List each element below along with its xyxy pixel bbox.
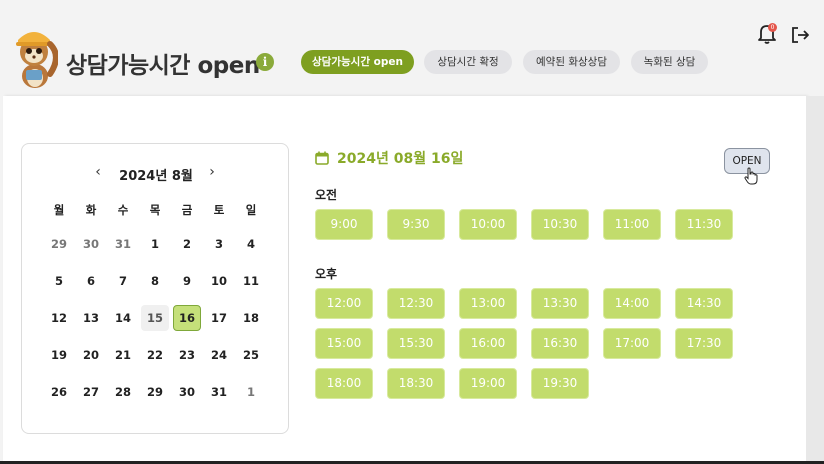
calendar-day[interactable]: 21 [109,342,137,368]
time-slot-button[interactable]: 11:00 [603,209,661,240]
time-slot-button[interactable]: 12:00 [315,288,373,319]
calendar-day[interactable]: 3 [205,231,233,257]
tab-booked-video[interactable]: 예약된 화상상담 [523,50,620,74]
calendar-day[interactable]: 25 [237,342,265,368]
time-slot-button[interactable]: 9:00 [315,209,373,240]
calendar-day[interactable]: 23 [173,342,201,368]
time-slot-button[interactable]: 13:00 [459,288,517,319]
notification-badge: 0 [768,23,777,32]
hand-cursor-icon [744,167,758,185]
calendar-day[interactable]: 13 [77,305,105,331]
calendar-day[interactable]: 12 [45,305,73,331]
weekday-label: 화 [85,203,97,217]
calendar-day[interactable]: 27 [77,379,105,405]
tab-confirm-time[interactable]: 상담시간 확정 [424,50,512,74]
calendar-day[interactable]: 8 [141,268,169,294]
time-slot-button[interactable]: 19:00 [459,368,517,399]
time-slot-button[interactable]: 14:00 [603,288,661,319]
tab-recorded[interactable]: 녹화된 상담 [631,50,708,74]
am-label: 오전 [315,188,338,202]
calendar-day[interactable]: 24 [205,342,233,368]
info-icon[interactable]: i [256,53,274,71]
calendar-day[interactable]: 18 [237,305,265,331]
calendar-day[interactable]: 15 [141,305,169,331]
calendar-day[interactable]: 4 [237,231,265,257]
calendar-day[interactable]: 28 [109,379,137,405]
calendar-day[interactable]: 7 [109,268,137,294]
selected-date-heading: 2024년 08월 16일 [337,151,464,167]
calendar-day[interactable]: 14 [109,305,137,331]
time-slot-button[interactable]: 9:30 [387,209,445,240]
calendar-day[interactable]: 29 [141,379,169,405]
weekday-label: 수 [117,203,129,217]
calendar-day[interactable]: 16 [173,305,201,331]
calendar-day[interactable]: 22 [141,342,169,368]
time-slot-button[interactable]: 17:00 [603,328,661,359]
time-slot-button[interactable]: 15:00 [315,328,373,359]
time-slot-button[interactable]: 15:30 [387,328,445,359]
calendar-day[interactable]: 20 [77,342,105,368]
time-slot-button[interactable]: 19:30 [531,368,589,399]
calendar-day[interactable]: 29 [45,231,73,257]
time-slot-button[interactable]: 16:00 [459,328,517,359]
calendar-day[interactable]: 30 [77,231,105,257]
calendar: ‹ 2024년 8월 › 월 화 수 목 금 토 일 29 30 31 1 2 3 4 5 6 7 8 9 10 11 1… [21,143,289,434]
calendar-day[interactable]: 9 [173,268,201,294]
calendar-icon [315,151,329,165]
weekday-label: 목 [149,203,161,217]
mascot-icon [16,32,58,88]
calendar-day[interactable]: 10 [205,268,233,294]
time-slot-button[interactable]: 18:30 [387,368,445,399]
time-slot-button[interactable]: 14:30 [675,288,733,319]
page-title: 상담가능시간 open [66,53,260,79]
calendar-month-label: 2024년 8월 [119,169,193,184]
app-header: 상담가능시간 open i 상담가능시간 open 상담시간 확정 예약된 화상… [0,0,824,96]
time-slot-button[interactable]: 13:30 [531,288,589,319]
next-month-button[interactable]: › [204,164,220,180]
weekday-label: 월 [53,203,65,217]
calendar-day[interactable]: 6 [77,268,105,294]
logout-icon[interactable] [790,25,810,45]
time-slot-button[interactable]: 10:30 [531,209,589,240]
calendar-day[interactable]: 30 [173,379,201,405]
weekday-label: 금 [181,203,193,217]
time-slot-button[interactable]: 12:30 [387,288,445,319]
calendar-day[interactable]: 1 [141,231,169,257]
time-slot-button[interactable]: 18:00 [315,368,373,399]
time-slot-button[interactable]: 16:30 [531,328,589,359]
time-slot-button[interactable]: 11:30 [675,209,733,240]
weekday-label: 일 [245,203,257,217]
calendar-day[interactable]: 26 [45,379,73,405]
calendar-day[interactable]: 31 [109,231,137,257]
calendar-day[interactable]: 1 [237,379,265,405]
calendar-day[interactable]: 31 [205,379,233,405]
pm-label: 오후 [315,267,338,281]
calendar-day[interactable]: 19 [45,342,73,368]
time-slot-button[interactable]: 10:00 [459,209,517,240]
calendar-day[interactable]: 11 [237,268,265,294]
prev-month-button[interactable]: ‹ [90,164,106,180]
calendar-day[interactable]: 2 [173,231,201,257]
weekday-label: 토 [213,203,225,217]
calendar-day[interactable]: 17 [205,305,233,331]
scrollbar-track[interactable] [806,96,824,464]
tab-consult-open[interactable]: 상담가능시간 open [301,50,414,74]
calendar-day[interactable]: 5 [45,268,73,294]
time-slot-button[interactable]: 17:30 [675,328,733,359]
